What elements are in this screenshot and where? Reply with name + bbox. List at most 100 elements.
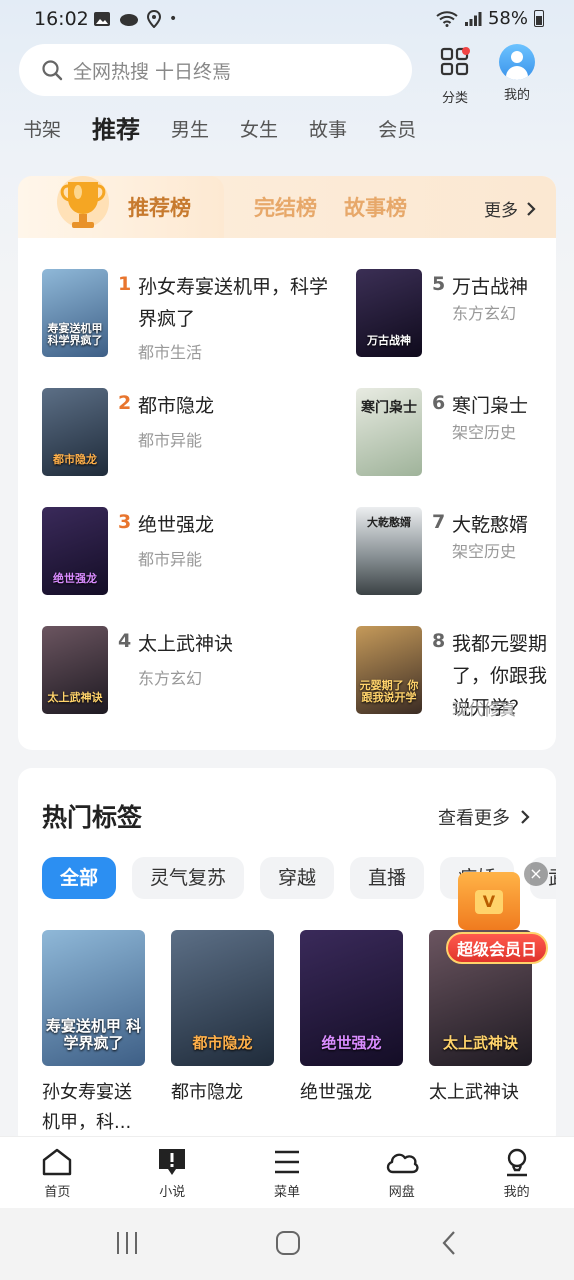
chevron-right-icon	[527, 201, 536, 216]
recent-apps-icon[interactable]	[115, 1230, 139, 1256]
rank-number: 4	[118, 630, 132, 652]
nav-profile[interactable]: 我的	[459, 1137, 574, 1208]
notification-dot	[462, 47, 470, 55]
book-cover: 都市隐龙	[42, 388, 108, 476]
book-tile[interactable]: 寿宴送机甲 科学界疯了 孙女寿宴送机甲，科...	[42, 930, 145, 1138]
cover-title: 万古战神	[367, 334, 411, 347]
avatar-icon	[499, 44, 535, 80]
nav-label: 小说	[159, 1185, 186, 1200]
tab-recommend-rank[interactable]: 推荐榜	[128, 192, 191, 222]
ranking-item[interactable]: 太上武神诀 4 太上武神诀 东方玄幻	[42, 626, 332, 716]
profile-label: 我的	[503, 88, 530, 103]
ranking-item[interactable]: 绝世强龙 3 绝世强龙 都市异能	[42, 507, 332, 597]
ranking-item[interactable]: 元婴期了 你跟我说开学 8 我都元婴期了，你跟我说开学？ 现代修真	[356, 626, 556, 726]
nav-novel[interactable]: 小说	[115, 1137, 230, 1208]
book-title: 绝世强龙	[300, 1082, 372, 1103]
book-cover: 寿宴送机甲 科学界疯了	[42, 930, 145, 1066]
rank-number: 2	[118, 392, 132, 414]
gallery-icon	[94, 12, 110, 26]
back-icon[interactable]	[440, 1230, 458, 1256]
system-nav-bar	[0, 1208, 574, 1280]
ranking-more-button[interactable]: 更多	[484, 196, 536, 221]
book-tile[interactable]: 绝世强龙 绝世强龙	[300, 930, 403, 1138]
status-time: 16:02	[34, 8, 89, 30]
tab-recommend[interactable]: 推荐	[92, 112, 140, 148]
book-genre: 都市异能	[138, 550, 203, 569]
tab-vip[interactable]: 会员	[378, 112, 416, 148]
book-cover: 绝世强龙	[300, 930, 403, 1066]
profile-icon	[506, 1148, 527, 1177]
ranking-card: 推荐榜 完结榜 故事榜 更多 寿宴送机甲 科学界疯了 1 孙女寿宴送机甲，科学界…	[18, 176, 556, 750]
chevron-right-icon	[521, 810, 530, 824]
ranking-item[interactable]: 大乾憨婿 7 大乾憨婿 架空历史	[356, 507, 556, 597]
signal-icon	[464, 11, 482, 26]
cover-title: 绝世强龙	[53, 572, 97, 585]
profile-button[interactable]: 我的	[492, 44, 542, 103]
ranking-item[interactable]: 寒门枭士 6 寒门枭士 架空历史	[356, 388, 556, 478]
book-title: 都市隐龙	[138, 395, 215, 417]
bottom-nav: 首页 小说 菜单 网盘 我的	[0, 1136, 574, 1208]
rank-number: 8	[432, 630, 446, 652]
book-cover: 元婴期了 你跟我说开学	[356, 626, 422, 714]
promo-label: 超级会员日	[446, 932, 548, 964]
book-genre: 东方玄幻	[138, 669, 203, 688]
book-cover: 寒门枭士	[356, 388, 422, 476]
book-title: 绝世强龙	[138, 514, 215, 536]
vip-badge: V	[475, 890, 503, 914]
search-icon	[42, 60, 63, 81]
cloud-icon	[386, 1153, 419, 1174]
nav-label: 网盘	[388, 1185, 415, 1200]
book-title: 太上武神诀	[138, 633, 234, 655]
tab-bookshelf[interactable]: 书架	[23, 112, 61, 148]
chip-tag[interactable]: 直播	[350, 857, 425, 899]
status-bar: 16:02 • 58%	[0, 0, 574, 40]
cover-title: 元婴期了 你跟我说开学	[359, 679, 419, 704]
book-genre: 架空历史	[452, 542, 517, 561]
search-bar[interactable]: 全网热搜 十日终焉	[19, 44, 412, 96]
rank-number: 3	[118, 511, 132, 533]
book-title: 大乾憨婿	[452, 514, 529, 536]
nav-cloud[interactable]: 网盘	[344, 1137, 459, 1208]
ranking-item[interactable]: 都市隐龙 2 都市隐龙 都市异能	[42, 388, 332, 478]
home-button-icon[interactable]	[275, 1230, 301, 1256]
vip-day-promo[interactable]: V 超级会员日 ×	[444, 862, 548, 972]
close-icon[interactable]: ×	[524, 862, 548, 886]
cover-title: 寒门枭士	[361, 400, 417, 416]
book-title: 孙女寿宴送机甲，科...	[42, 1082, 132, 1133]
chip-tag[interactable]: 穿越	[260, 857, 335, 899]
tab-finished-rank[interactable]: 完结榜	[254, 192, 317, 222]
rank-number: 5	[432, 273, 446, 295]
wifi-icon	[436, 10, 458, 27]
tab-male[interactable]: 男生	[171, 112, 209, 148]
tab-story-rank[interactable]: 故事榜	[344, 192, 407, 222]
cover-title: 太上武神诀	[442, 1034, 518, 1052]
nav-menu[interactable]: 菜单	[230, 1137, 345, 1208]
ranking-item[interactable]: 寿宴送机甲 科学界疯了 1 孙女寿宴送机甲，科学界疯了 都市生活	[42, 269, 332, 362]
rank-number: 7	[432, 511, 446, 533]
book-title: 寒门枭士	[452, 395, 529, 417]
nav-home[interactable]: 首页	[0, 1137, 115, 1208]
menu-icon	[274, 1150, 299, 1174]
cover-title: 寿宴送机甲 科学界疯了	[45, 1017, 142, 1052]
book-title: 都市隐龙	[171, 1082, 243, 1103]
cover-title: 大乾憨婿	[367, 516, 411, 529]
cover-title: 绝世强龙	[321, 1034, 382, 1052]
location-icon	[147, 10, 161, 28]
chip-all[interactable]: 全部	[42, 857, 117, 899]
book-cover: 万古战神	[356, 269, 422, 357]
cover-title: 太上武神诀	[47, 691, 103, 704]
rank-number: 6	[432, 392, 446, 414]
chip-tag[interactable]: 灵气复苏	[132, 857, 245, 899]
channel-tabs: 书架 推荐 男生 女生 故事 会员	[23, 112, 447, 148]
view-more-button[interactable]: 查看更多	[438, 804, 530, 830]
ranking-item[interactable]: 万古战神 5 万古战神 东方玄幻	[356, 269, 556, 359]
battery-text: 58%	[487, 8, 528, 29]
book-tile[interactable]: 都市隐龙 都市隐龙	[171, 930, 274, 1138]
gift-box-icon: V	[458, 872, 520, 930]
category-button[interactable]: 分类	[430, 44, 480, 106]
nav-label: 我的	[503, 1185, 530, 1200]
tab-female[interactable]: 女生	[240, 112, 278, 148]
tab-story[interactable]: 故事	[309, 112, 347, 148]
nav-label: 首页	[44, 1185, 71, 1200]
book-cover: 太上武神诀	[42, 626, 108, 714]
